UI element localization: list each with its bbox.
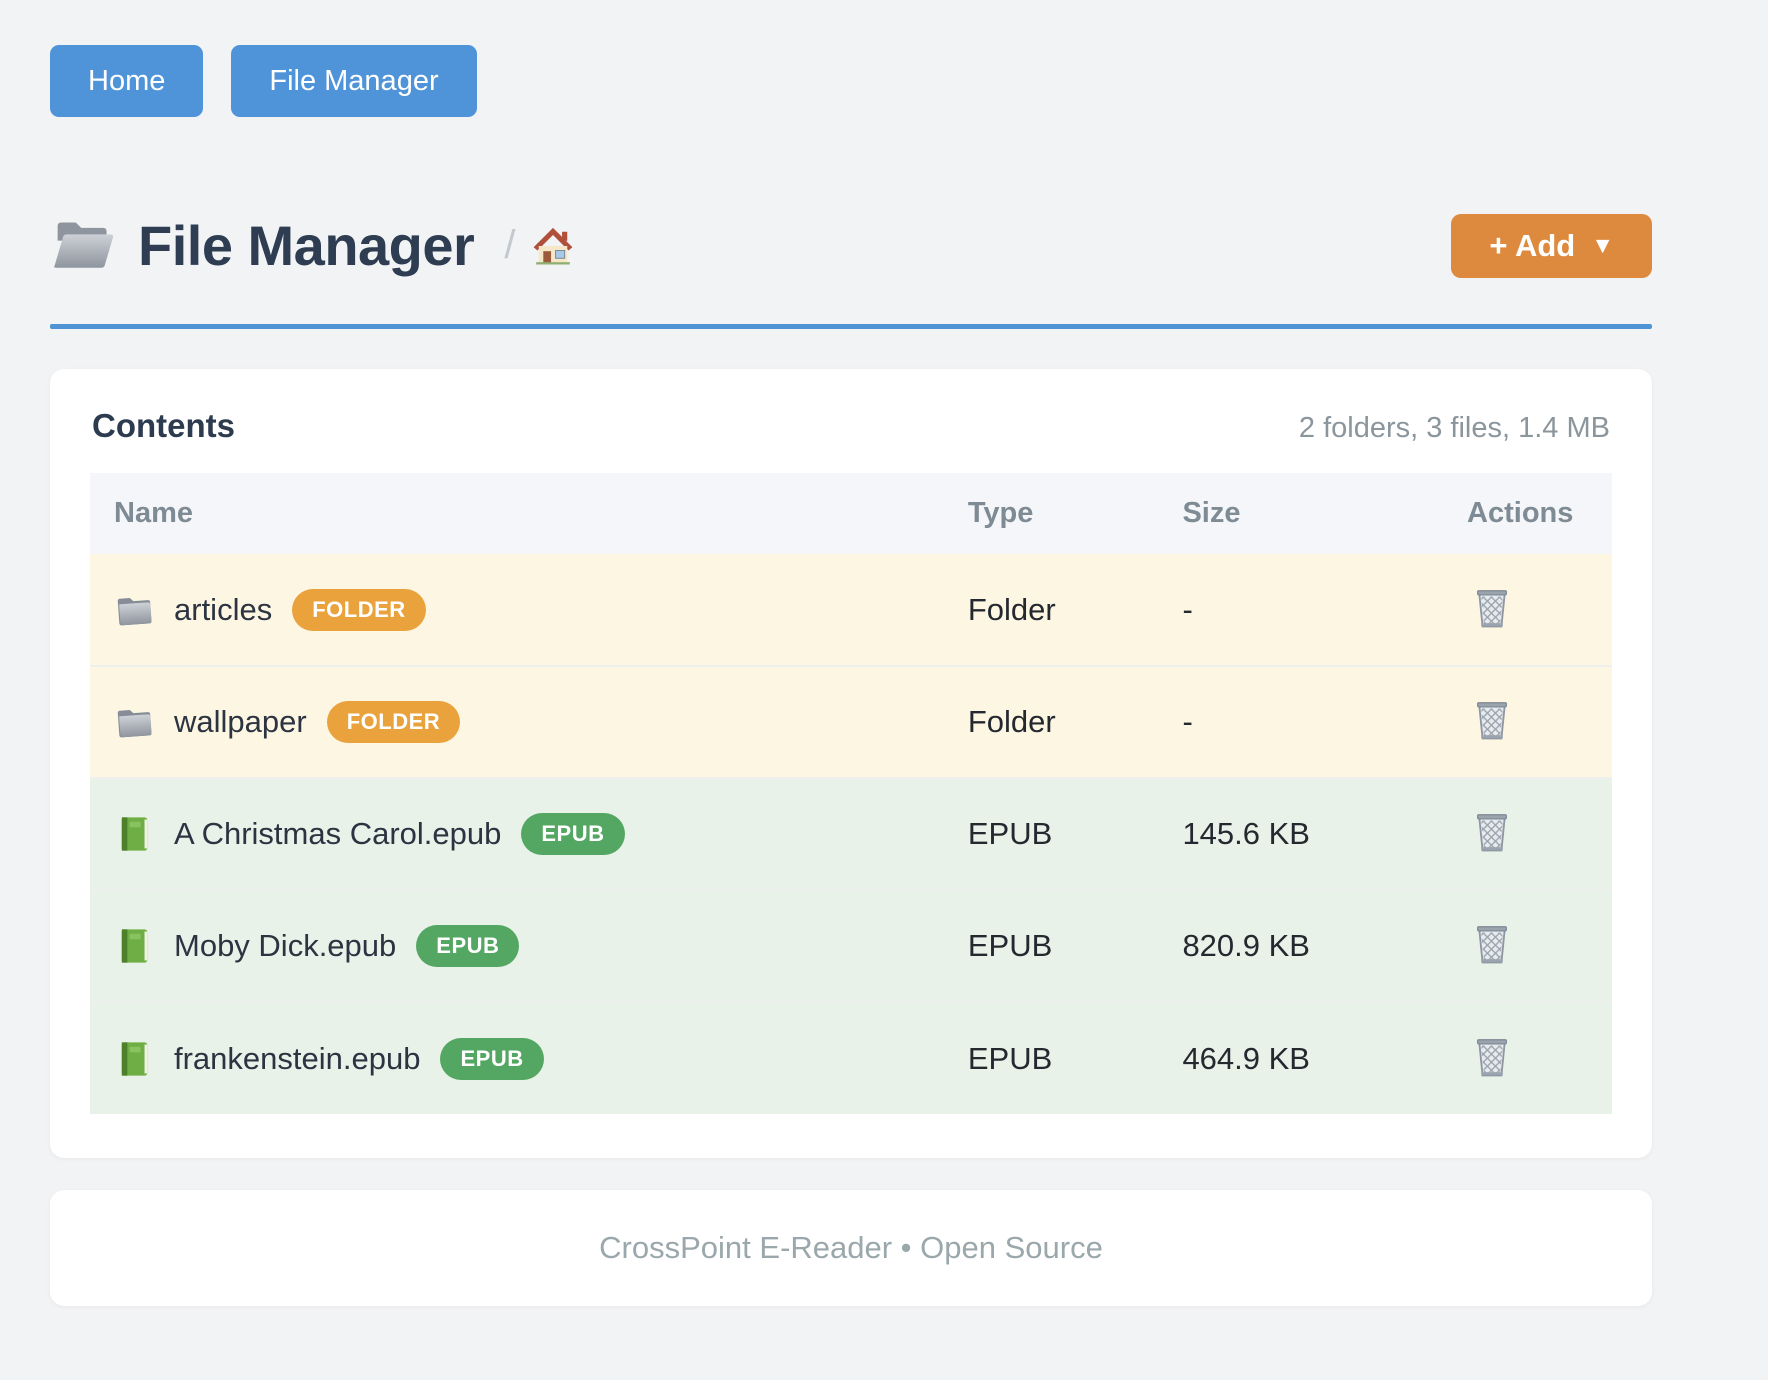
page-header: File Manager / + Add ▼ (50, 213, 1652, 278)
table-row[interactable]: Moby Dick.epub EPUB EPUB 820.9 KB (90, 890, 1612, 1002)
file-name[interactable]: Moby Dick.epub (174, 928, 396, 964)
file-type-badge: FOLDER (327, 701, 460, 743)
nav-home-button[interactable]: Home (50, 45, 203, 117)
green-book-icon (114, 926, 154, 966)
card-title: Contents (92, 407, 235, 445)
folder-icon (114, 590, 154, 630)
table-row[interactable]: articles FOLDER Folder - (90, 554, 1612, 666)
column-header-name: Name (90, 473, 944, 554)
column-header-type: Type (944, 473, 1159, 554)
file-name[interactable]: A Christmas Carol.epub (174, 816, 501, 852)
column-header-size: Size (1158, 473, 1443, 554)
green-book-icon (114, 814, 154, 854)
trash-icon (1471, 585, 1513, 631)
column-header-actions: Actions (1443, 473, 1612, 554)
delete-button[interactable] (1467, 581, 1517, 635)
delete-button[interactable] (1467, 693, 1517, 747)
page-title: File Manager (138, 213, 474, 278)
cell-type: EPUB (944, 1002, 1159, 1114)
cell-type: EPUB (944, 778, 1159, 890)
trash-icon (1471, 809, 1513, 855)
add-button-label: + Add (1489, 228, 1575, 264)
cell-size: 145.6 KB (1158, 778, 1443, 890)
cell-type: Folder (944, 666, 1159, 778)
trash-icon (1471, 697, 1513, 743)
cell-size: - (1158, 554, 1443, 666)
breadcrumb: / (504, 223, 575, 268)
card-header: Contents 2 folders, 3 files, 1.4 MB (90, 407, 1612, 445)
breadcrumb-separator: / (504, 223, 515, 268)
delete-button[interactable] (1467, 917, 1517, 971)
file-type-badge: FOLDER (292, 589, 425, 631)
house-icon[interactable] (531, 224, 575, 268)
cell-type: EPUB (944, 890, 1159, 1002)
cell-size: 820.9 KB (1158, 890, 1443, 1002)
nav-file-manager-button[interactable]: File Manager (231, 45, 476, 117)
contents-summary: 2 folders, 3 files, 1.4 MB (1299, 412, 1610, 445)
delete-button[interactable] (1467, 805, 1517, 859)
file-name[interactable]: wallpaper (174, 704, 307, 740)
table-row[interactable]: wallpaper FOLDER Folder - (90, 666, 1612, 778)
file-name[interactable]: articles (174, 592, 272, 628)
file-name[interactable]: frankenstein.epub (174, 1041, 420, 1077)
trash-icon (1471, 921, 1513, 967)
open-folder-icon (50, 217, 116, 275)
folder-icon (114, 702, 154, 742)
top-navigation: Home File Manager (50, 0, 1652, 117)
files-table: Name Type Size Actions a (90, 473, 1612, 1114)
trash-icon (1471, 1034, 1513, 1080)
file-type-badge: EPUB (521, 813, 624, 855)
green-book-icon (114, 1039, 154, 1079)
cell-size: - (1158, 666, 1443, 778)
file-type-badge: EPUB (440, 1038, 543, 1080)
table-row[interactable]: A Christmas Carol.epub EPUB EPUB 145.6 K… (90, 778, 1612, 890)
page: Home File Manager File Manager / + Add ▼ (50, 0, 1652, 1306)
file-type-badge: EPUB (416, 925, 519, 967)
footer-text: CrossPoint E-Reader • Open Source (599, 1230, 1103, 1266)
table-row[interactable]: frankenstein.epub EPUB EPUB 464.9 KB (90, 1002, 1612, 1114)
table-header-row: Name Type Size Actions (90, 473, 1612, 554)
cell-type: Folder (944, 554, 1159, 666)
title-divider (50, 324, 1652, 329)
footer: CrossPoint E-Reader • Open Source (50, 1190, 1652, 1306)
contents-card: Contents 2 folders, 3 files, 1.4 MB Name… (50, 369, 1652, 1158)
cell-size: 464.9 KB (1158, 1002, 1443, 1114)
delete-button[interactable] (1467, 1030, 1517, 1084)
chevron-down-icon: ▼ (1591, 232, 1614, 259)
add-button[interactable]: + Add ▼ (1451, 214, 1652, 278)
